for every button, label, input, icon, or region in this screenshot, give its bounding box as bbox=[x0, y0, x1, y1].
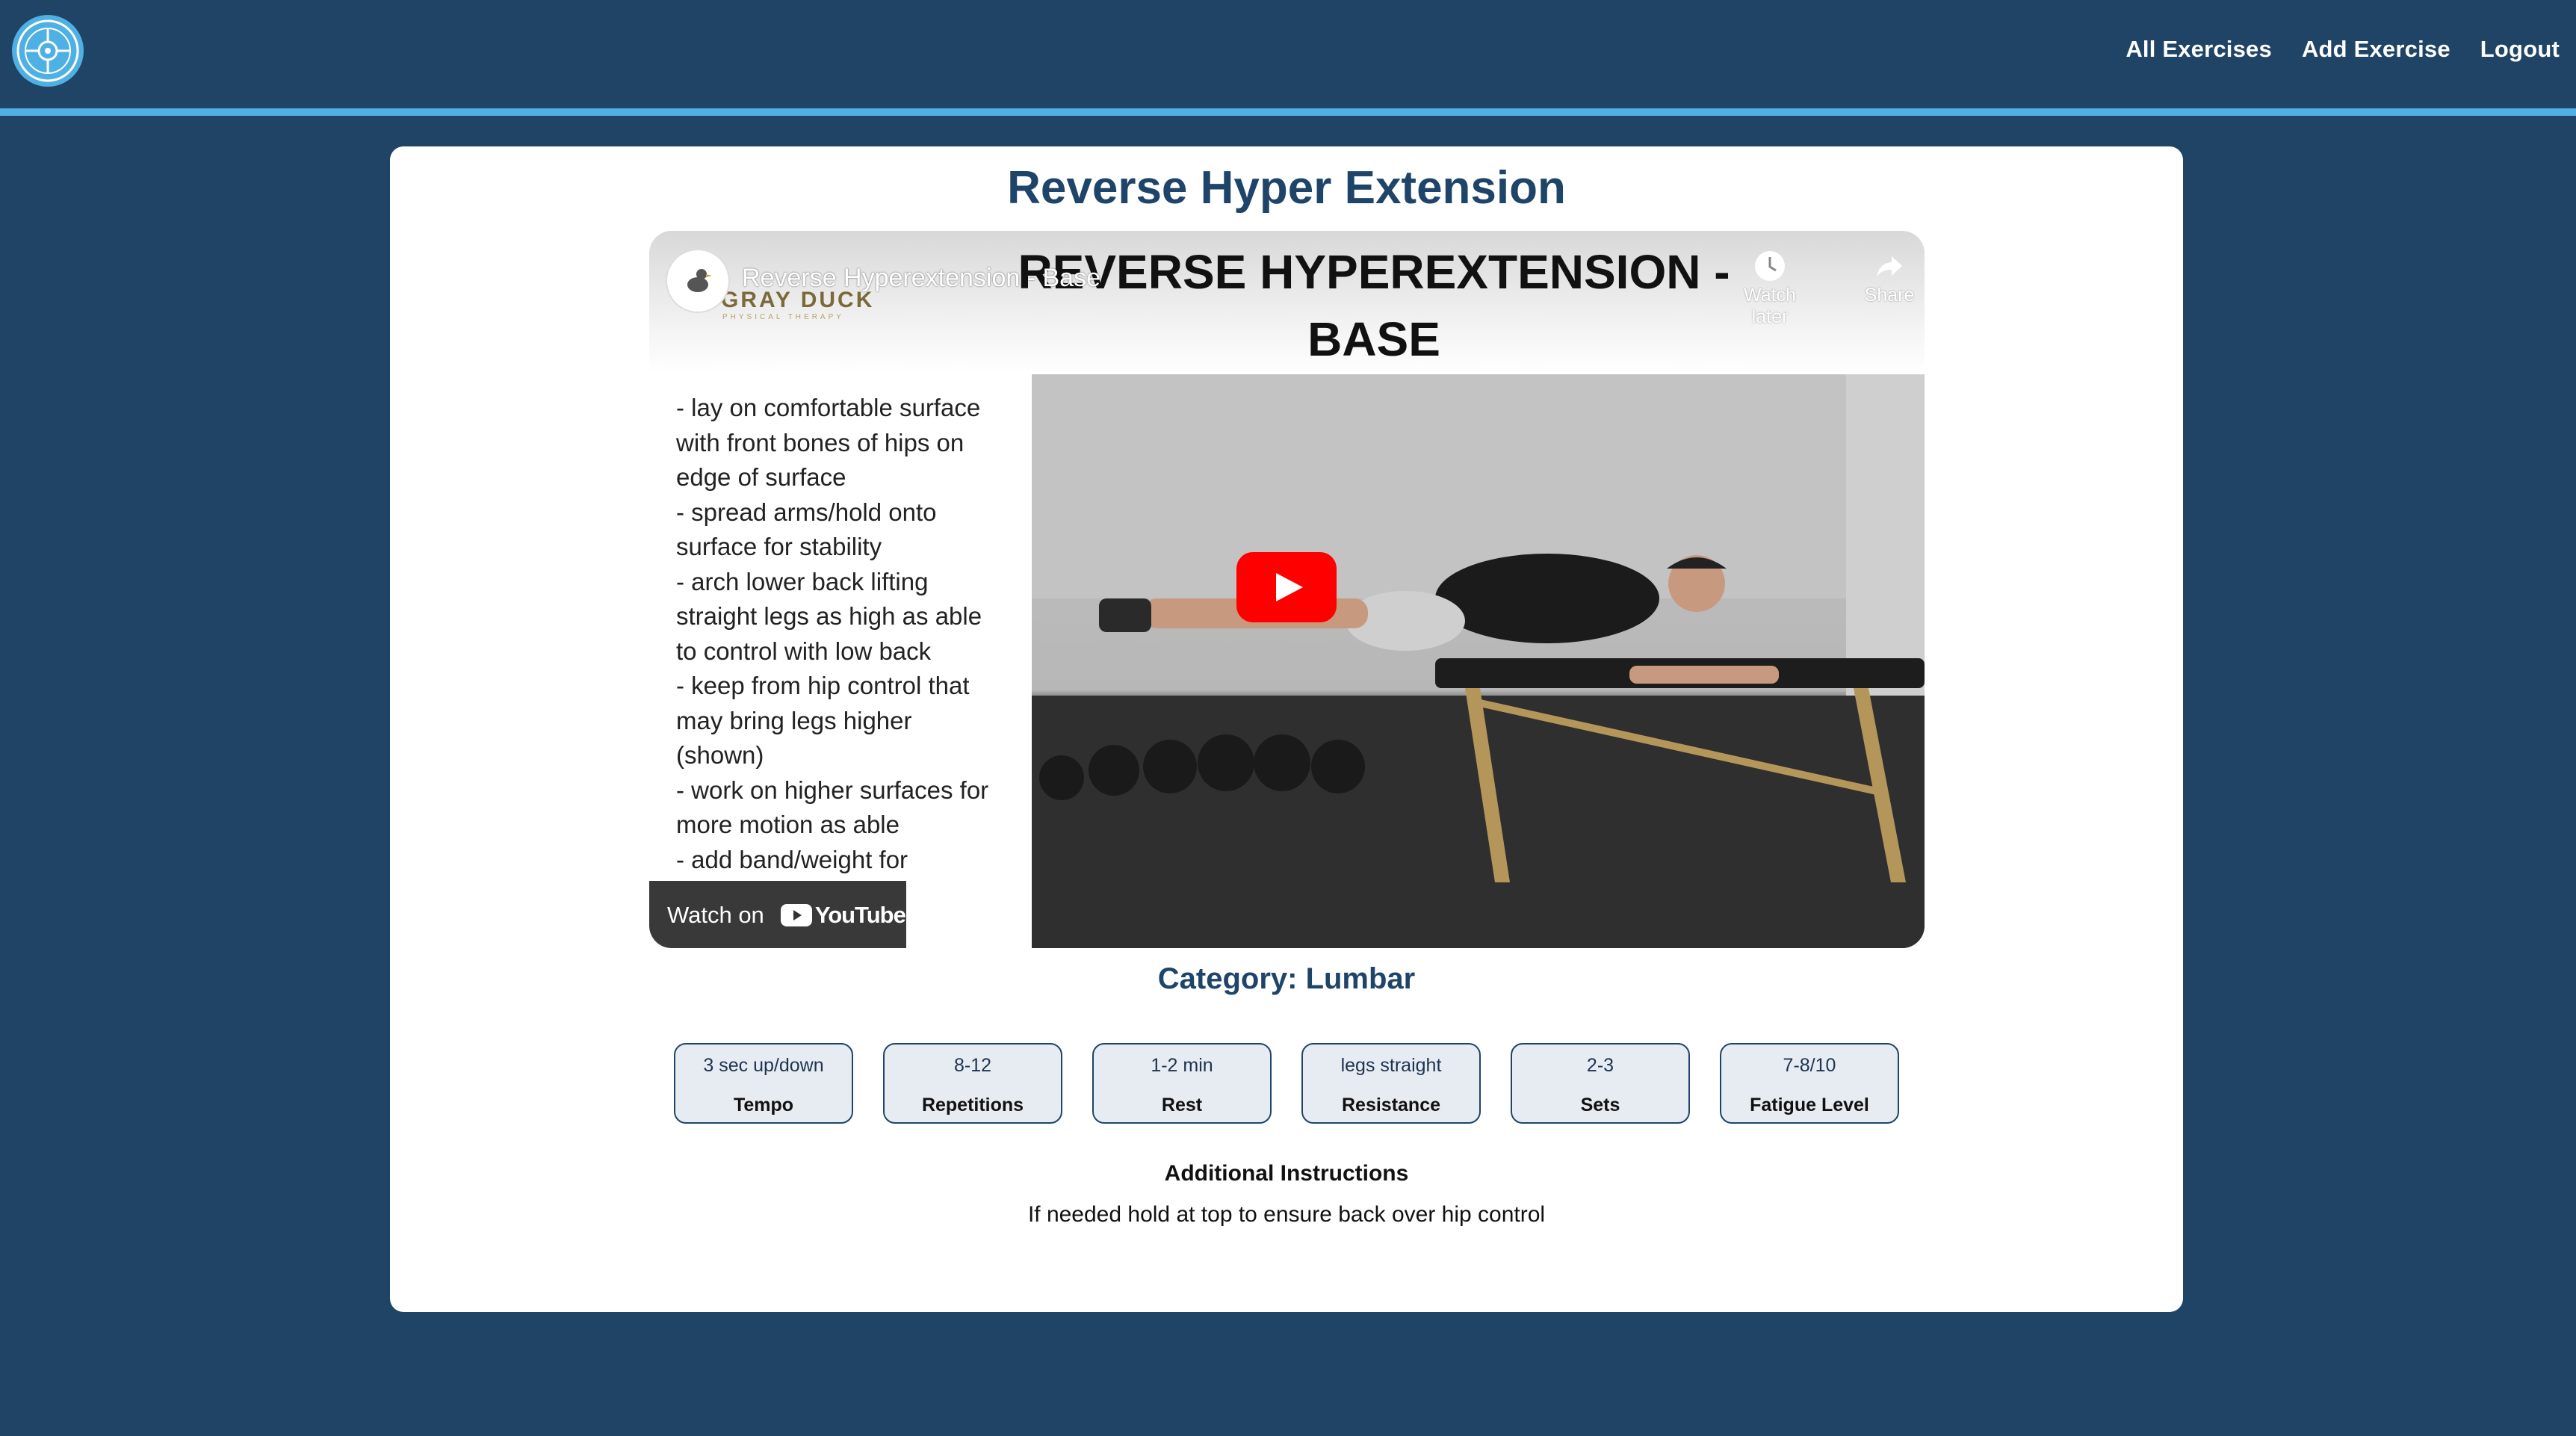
metric-value: 8-12 bbox=[953, 1055, 992, 1076]
video-title-link[interactable]: Reverse Hyperextension - Base bbox=[742, 264, 1100, 293]
instruction-line: straight legs as high as able bbox=[676, 602, 982, 630]
nav-logout[interactable]: Logout bbox=[2480, 36, 2560, 63]
metric-label: Tempo bbox=[733, 1095, 794, 1115]
instruction-line: more motion as able bbox=[676, 811, 900, 838]
metric-repetitions: 8-12 Repetitions bbox=[883, 1043, 1062, 1124]
instruction-line: - work on higher surfaces for bbox=[676, 776, 989, 804]
youtube-wordmark-text: YouTube bbox=[814, 902, 906, 928]
exercise-card: Reverse Hyper Extension GRAY DUCK PHYSIC… bbox=[390, 146, 2183, 1312]
main-nav: All Exercises Add Exercise Logout bbox=[2125, 36, 2560, 63]
metric-rest: 1-2 min Rest bbox=[1092, 1043, 1272, 1124]
metric-label: Rest bbox=[1161, 1095, 1203, 1115]
exercise-category: Category: Lumbar bbox=[1157, 962, 1416, 995]
watch-later-label: Watch later bbox=[1744, 285, 1796, 327]
share-icon bbox=[1877, 256, 1902, 277]
channel-avatar[interactable] bbox=[666, 249, 730, 313]
navbar-accent-line bbox=[0, 108, 2576, 116]
metric-value: 2-3 bbox=[1586, 1055, 1614, 1076]
video-play-button[interactable] bbox=[1236, 552, 1337, 622]
youtube-video-embed[interactable]: GRAY DUCK PHYSICAL THERAPY REVERSE HYPER… bbox=[649, 231, 1925, 948]
watch-on-youtube-link[interactable]: Watch on YouTube bbox=[649, 881, 906, 948]
youtube-play-icon bbox=[780, 904, 812, 926]
instruction-line: - lay on comfortable surface bbox=[676, 394, 981, 421]
metric-label: Sets bbox=[1580, 1095, 1620, 1115]
watch-on-label: Watch on bbox=[667, 902, 764, 928]
youtube-logo: YouTube bbox=[780, 902, 906, 929]
nav-all-exercises[interactable]: All Exercises bbox=[2125, 36, 2272, 63]
instruction-line: edge of surface bbox=[676, 463, 846, 491]
metric-value: 1-2 min bbox=[1151, 1055, 1213, 1076]
instruction-line: to control with low back bbox=[676, 637, 932, 665]
instruction-line: (shown) bbox=[676, 741, 764, 769]
metric-value: 3 sec up/down bbox=[703, 1055, 824, 1076]
metric-resistance: legs straight Resistance bbox=[1301, 1043, 1481, 1124]
duck-logo-icon bbox=[687, 269, 712, 292]
instruction-line: - add band/weight for bbox=[676, 845, 908, 873]
metric-value: legs straight bbox=[1340, 1055, 1442, 1076]
metric-label: Fatigue Level bbox=[1750, 1095, 1869, 1115]
share-button[interactable]: Share bbox=[1845, 247, 1925, 306]
video-instructions-list: - lay on comfortable surface with front … bbox=[676, 391, 1027, 877]
share-label: Share bbox=[1864, 285, 1915, 306]
additional-instructions-text: If needed hold at top to ensure back ove… bbox=[1027, 1202, 1546, 1227]
exercise-illustration bbox=[1032, 374, 1925, 948]
metric-value: 7-8/10 bbox=[1783, 1055, 1836, 1076]
instruction-line: - spread arms/hold onto bbox=[676, 498, 937, 526]
exercise-title: Reverse Hyper Extension bbox=[1007, 162, 1566, 214]
video-slide-title: REVERSE HYPEREXTENSION - BASE bbox=[1018, 245, 1730, 366]
metric-fatigue-level: 7-8/10 Fatigue Level bbox=[1720, 1043, 1899, 1124]
nav-add-exercise[interactable]: Add Exercise bbox=[2302, 36, 2450, 63]
metric-sets: 2-3 Sets bbox=[1511, 1043, 1690, 1124]
instruction-line: - arch lower back lifting bbox=[676, 567, 929, 595]
top-navbar: All Exercises Add Exercise Logout bbox=[0, 0, 2576, 111]
additional-instructions-heading: Additional Instructions bbox=[1164, 1161, 1409, 1186]
video-thumbnail bbox=[1032, 374, 1925, 948]
instruction-line: may bring legs higher bbox=[676, 706, 912, 734]
app-logo-icon[interactable] bbox=[10, 13, 85, 88]
watch-later-button[interactable]: Watch later bbox=[1725, 247, 1815, 328]
metric-label: Repetitions bbox=[921, 1095, 1024, 1115]
exercise-metrics: 3 sec up/down Tempo 8-12 Repetitions 1-2… bbox=[674, 1043, 1899, 1124]
metric-tempo: 3 sec up/down Tempo bbox=[674, 1043, 853, 1124]
channel-brand-subtitle: PHYSICAL THERAPY bbox=[722, 313, 844, 321]
instruction-line: with front bones of hips on bbox=[676, 428, 965, 457]
clock-icon bbox=[1755, 251, 1785, 281]
instruction-line: - keep from hip control that bbox=[676, 672, 970, 699]
metric-label: Resistance bbox=[1341, 1095, 1441, 1115]
instruction-line: surface for stability bbox=[676, 533, 882, 560]
